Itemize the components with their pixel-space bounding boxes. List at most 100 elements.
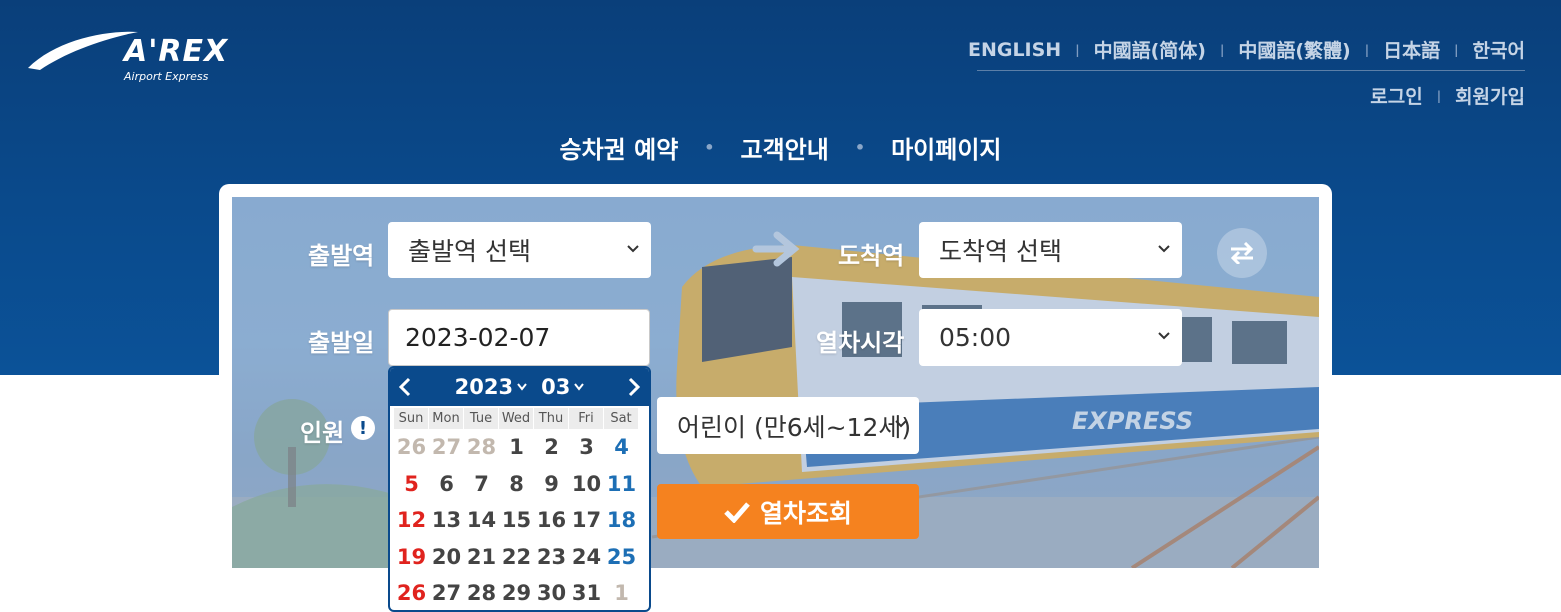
lang-chinese-traditional[interactable]: 中國語(繁體) — [1238, 36, 1350, 63]
calendar-day[interactable]: 26 — [394, 435, 429, 459]
calendar-day[interactable]: 17 — [569, 508, 604, 532]
calendar-day[interactable]: 12 — [394, 508, 429, 532]
prev-month-icon[interactable] — [398, 377, 412, 397]
lang-korean[interactable]: 한국어 — [1473, 36, 1525, 63]
calendar-day[interactable]: 5 — [394, 472, 429, 496]
calendar-day[interactable]: 16 — [534, 508, 569, 532]
separator: | — [1219, 42, 1225, 57]
next-month-icon[interactable] — [627, 377, 641, 397]
month-value: 03 — [541, 375, 571, 399]
calendar-day[interactable]: 20 — [429, 545, 464, 569]
weekday-label: Sun — [394, 408, 429, 429]
passenger-type-select[interactable]: 어린이 (만6세~12세) — [657, 397, 919, 454]
logo-subtitle: Airport Express — [124, 70, 209, 83]
calendar-week: 26 27 28 29 30 31 1 — [390, 575, 649, 610]
calendar-day[interactable]: 1 — [604, 581, 639, 605]
calendar-day[interactable]: 1 — [499, 435, 534, 459]
calendar-day[interactable]: 8 — [499, 472, 534, 496]
datepicker: 2023 03 Sun Mon Tue Wed Thu Fri Sat 26 27 28 1 2 3 4… — [388, 366, 651, 612]
calendar-day[interactable]: 27 — [429, 435, 464, 459]
calendar-day[interactable]: 21 — [464, 545, 499, 569]
calendar-day[interactable]: 29 — [499, 581, 534, 605]
date-label: 출발일 — [308, 329, 375, 357]
time-label: 열차시각 — [816, 329, 905, 357]
weekday-label: Mon — [429, 408, 464, 429]
departure-date-input[interactable]: 2023-02-07 — [388, 309, 650, 366]
departure-select[interactable]: 출발역 선택 — [388, 222, 651, 278]
login-link[interactable]: 로그인 — [1370, 82, 1422, 109]
calendar-day[interactable]: 27 — [429, 581, 464, 605]
calendar-grid: 26 27 28 1 2 3 4 5 6 7 8 9 10 11 12 13 14 15 16 17 18 19 20 21 2… — [390, 429, 649, 610]
lang-japanese[interactable]: 日本語 — [1383, 36, 1440, 63]
departure-label: 출발역 — [308, 242, 375, 270]
header-divider — [977, 70, 1525, 71]
calendar-week: 19 20 21 22 23 24 25 — [390, 539, 649, 576]
arex-logo[interactable]: A'REX Airport Express — [26, 26, 236, 86]
departure-select-value: 출발역 선택 — [408, 237, 531, 266]
signup-link[interactable]: 회원가입 — [1455, 82, 1525, 109]
calendar-week: 26 27 28 1 2 3 4 — [390, 429, 649, 466]
calendar-day[interactable]: 6 — [429, 472, 464, 496]
calendar-day[interactable]: 4 — [604, 435, 639, 459]
arrival-label: 도착역 — [838, 242, 905, 270]
calendar-day[interactable]: 26 — [394, 581, 429, 605]
calendar-day[interactable]: 11 — [604, 472, 639, 496]
month-select[interactable]: 03 — [541, 375, 585, 399]
calendar-day[interactable]: 10 — [569, 472, 604, 496]
lang-chinese-simplified[interactable]: 中國語(简体) — [1094, 36, 1206, 63]
weekday-label: Thu — [534, 408, 569, 429]
calendar-day[interactable]: 31 — [569, 581, 604, 605]
year-value: 2023 — [454, 375, 514, 399]
check-icon — [724, 501, 750, 523]
weekday-label: Tue — [464, 408, 499, 429]
nav-customer-info[interactable]: 고객안내 — [741, 130, 829, 165]
main-nav: 승차권 예약 • 고객안내 • 마이페이지 — [0, 130, 1561, 165]
calendar-day[interactable]: 18 — [604, 508, 639, 532]
year-select[interactable]: 2023 — [455, 375, 527, 399]
calendar-day[interactable]: 24 — [569, 545, 604, 569]
nav-dot: • — [704, 138, 715, 157]
calendar-day[interactable]: 13 — [429, 508, 464, 532]
swap-arrows-icon — [1230, 242, 1254, 264]
separator: | — [1075, 42, 1080, 57]
calendar-day[interactable]: 9 — [534, 472, 569, 496]
calendar-day[interactable]: 7 — [464, 472, 499, 496]
calendar-day[interactable]: 15 — [499, 508, 534, 532]
search-trains-button[interactable]: 열차조회 — [657, 484, 919, 539]
separator: | — [1454, 42, 1459, 57]
calendar-day[interactable]: 2 — [534, 435, 569, 459]
separator: | — [1364, 42, 1370, 57]
calendar-week: 12 13 14 15 16 17 18 — [390, 502, 649, 539]
chevron-down-icon — [574, 383, 585, 391]
nav-my-page[interactable]: 마이페이지 — [891, 130, 1001, 165]
datepicker-header: 2023 03 — [390, 368, 649, 406]
arrival-select-value: 도착역 선택 — [939, 237, 1062, 266]
info-icon[interactable]: ! — [351, 416, 375, 440]
chevron-down-icon — [1158, 332, 1170, 340]
chevron-down-icon — [627, 245, 639, 253]
passengers-label: 인원 — [300, 419, 345, 447]
logo-brand: A'REX — [124, 34, 229, 69]
calendar-day[interactable]: 14 — [464, 508, 499, 532]
calendar-day[interactable]: 30 — [534, 581, 569, 605]
calendar-day[interactable]: 23 — [534, 545, 569, 569]
swap-stations-button[interactable] — [1217, 228, 1267, 278]
calendar-day[interactable]: 22 — [499, 545, 534, 569]
nav-ticket-booking[interactable]: 승차권 예약 — [560, 130, 679, 165]
time-select-value: 05:00 — [939, 323, 1012, 352]
calendar-day[interactable]: 19 — [394, 545, 429, 569]
calendar-day[interactable]: 28 — [464, 581, 499, 605]
weekday-label: Sat — [604, 408, 639, 429]
lang-english[interactable]: ENGLISH — [968, 39, 1061, 61]
time-select[interactable]: 05:00 — [919, 309, 1182, 366]
nav-dot: • — [854, 138, 866, 157]
calendar-day[interactable]: 25 — [604, 545, 639, 569]
calendar-day[interactable]: 3 — [569, 435, 604, 459]
weekday-label: Fri — [569, 408, 604, 429]
weekday-label: Wed — [499, 408, 534, 429]
chevron-down-icon — [517, 383, 527, 391]
chevron-down-icon — [895, 420, 907, 428]
arrival-select[interactable]: 도착역 선택 — [919, 222, 1182, 278]
search-button-label: 열차조회 — [759, 498, 852, 528]
calendar-day[interactable]: 28 — [464, 435, 499, 459]
